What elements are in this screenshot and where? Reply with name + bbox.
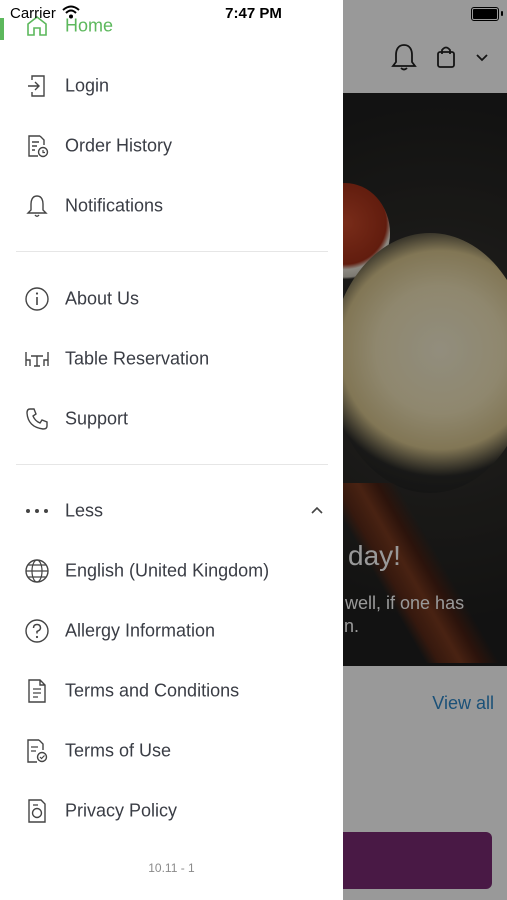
table-icon bbox=[24, 346, 50, 372]
menu-item-less-toggle[interactable]: Less bbox=[0, 481, 343, 541]
menu-item-support[interactable]: Support bbox=[0, 389, 343, 449]
menu-item-terms-of-use[interactable]: Terms of Use bbox=[0, 721, 343, 781]
menu-item-label: Allergy Information bbox=[65, 620, 216, 641]
question-icon bbox=[24, 618, 50, 644]
menu-item-label: About Us bbox=[65, 288, 140, 309]
divider bbox=[16, 464, 328, 465]
menu-item-notifications[interactable]: Notifications bbox=[0, 176, 343, 236]
menu-item-login[interactable]: Login bbox=[0, 56, 343, 116]
info-icon bbox=[24, 286, 50, 312]
menu-item-label: Order History bbox=[65, 135, 173, 156]
menu-item-label: Terms and Conditions bbox=[65, 680, 240, 701]
app-version: 10.11 - 1 bbox=[148, 861, 195, 875]
menu-item-label: Terms of Use bbox=[65, 740, 172, 761]
phone-icon bbox=[24, 406, 50, 432]
menu-item-label: Notifications bbox=[65, 195, 164, 216]
menu-item-table-reservation[interactable]: Table Reservation bbox=[0, 329, 343, 389]
document-check-icon bbox=[24, 738, 50, 764]
menu-item-about-us[interactable]: About Us bbox=[0, 269, 343, 329]
menu-item-privacy-policy[interactable]: Privacy Policy bbox=[0, 781, 343, 841]
globe-icon bbox=[24, 558, 50, 584]
menu-item-order-history[interactable]: Order History bbox=[0, 116, 343, 176]
menu-item-terms-and-conditions[interactable]: Terms and Conditions bbox=[0, 661, 343, 721]
document-icon bbox=[24, 678, 50, 704]
menu-item-label: Less bbox=[65, 500, 104, 521]
status-time: 7:47 PM bbox=[225, 5, 282, 22]
menu-item-language[interactable]: English (United Kingdom) bbox=[0, 541, 343, 601]
divider bbox=[16, 251, 328, 252]
menu-item-allergy-information[interactable]: Allergy Information bbox=[0, 601, 343, 661]
menu-item-label: Login bbox=[65, 75, 110, 96]
menu-item-label: English (United Kingdom) bbox=[65, 560, 270, 581]
battery-tip bbox=[501, 11, 503, 16]
battery-icon bbox=[471, 7, 499, 21]
status-bar: Carrier 7:47 PM bbox=[0, 0, 507, 28]
login-icon bbox=[24, 73, 50, 99]
chevron-up-icon bbox=[310, 505, 324, 515]
menu-item-label: Privacy Policy bbox=[65, 800, 178, 821]
bell-icon bbox=[24, 193, 50, 219]
menu-item-label: Support bbox=[65, 408, 129, 429]
menu-item-label: Table Reservation bbox=[65, 348, 210, 369]
side-drawer: Home Login Order History Notifications A… bbox=[0, 0, 343, 900]
privacy-icon bbox=[24, 798, 50, 824]
more-dots-icon bbox=[24, 498, 50, 524]
order-history-icon bbox=[24, 133, 50, 159]
